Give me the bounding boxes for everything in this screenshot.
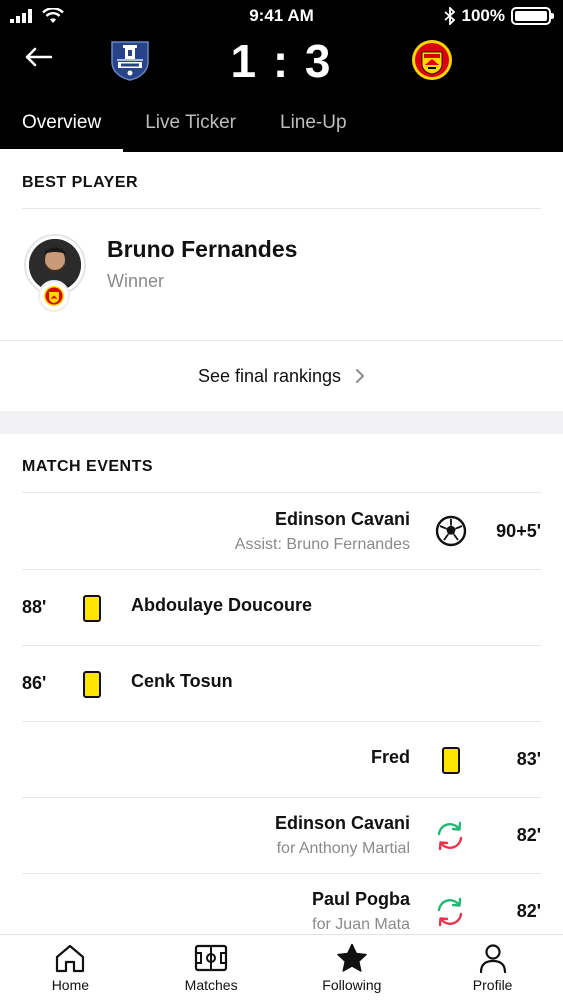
event-row-substitution[interactable]: Edinson Cavani for Anthony Martial 82' — [22, 797, 541, 873]
team-badge — [38, 280, 70, 312]
event-row-yellow-card[interactable]: Fred 83' — [22, 721, 541, 797]
nav-home-label: Home — [51, 977, 90, 993]
event-player: Edinson Cavani — [274, 813, 410, 833]
pitch-icon — [195, 944, 228, 972]
event-player: Fred — [370, 747, 410, 767]
bluetooth-icon — [443, 7, 455, 25]
event-player: Abdoulaye Doucoure — [131, 595, 313, 615]
best-player-card: BEST PLAYER Bruno Fernandes Winner See f… — [0, 152, 563, 411]
nav-profile-label: Profile — [472, 977, 513, 993]
yellow-card-icon — [442, 746, 460, 774]
bottom-navigation: Home Matches Following Profile — [0, 934, 563, 1000]
star-icon — [337, 943, 367, 972]
home-icon — [56, 944, 85, 973]
event-detail: Assist: Bruno Fernandes — [234, 536, 410, 553]
event-minute: 88' — [22, 597, 47, 617]
event-minute: 83' — [516, 749, 541, 769]
event-player: Paul Pogba — [311, 889, 410, 909]
soccer-ball-icon — [435, 515, 467, 547]
event-type-icon — [82, 669, 102, 699]
substitution-icon — [437, 897, 463, 927]
substitution-icon — [437, 821, 463, 851]
event-type-icon — [441, 745, 461, 775]
event-type-icon — [433, 895, 467, 929]
event-player: Edinson Cavani — [274, 509, 410, 529]
event-row-goal[interactable]: Edinson Cavani Assist: Bruno Fernandes 9… — [22, 493, 541, 569]
status-bar: 9:41 AM 100% — [0, 0, 563, 34]
event-row-yellow-card[interactable]: 88' Abdoulaye Doucoure — [22, 569, 541, 645]
event-minute: 90+5' — [496, 521, 541, 541]
tab-live-ticker[interactable]: Live Ticker — [123, 104, 258, 152]
battery-area: 100% — [443, 6, 554, 26]
nav-following-label: Following — [322, 977, 382, 993]
person-icon — [479, 944, 506, 973]
event-type-icon — [435, 515, 467, 547]
event-type-icon — [82, 593, 102, 623]
yellow-card-icon — [83, 670, 101, 698]
see-final-rankings-link[interactable]: See final rankings — [0, 341, 563, 411]
match-score: 1 : 3 — [230, 35, 333, 87]
match-tabs: Overview Live Ticker Line-Up — [0, 104, 369, 152]
event-detail: for Anthony Martial — [276, 840, 410, 857]
nav-home[interactable]: Home — [0, 935, 141, 1000]
best-player-title: BEST PLAYER — [22, 174, 139, 191]
event-type-icon — [433, 819, 467, 853]
nav-matches-label: Matches — [184, 977, 238, 993]
event-minute: 86' — [22, 673, 47, 693]
event-player: Cenk Tosun — [131, 671, 233, 691]
nav-profile[interactable]: Profile — [422, 935, 563, 1000]
best-player-name: Bruno Fernandes — [107, 236, 298, 262]
tab-overview[interactable]: Overview — [0, 104, 124, 152]
battery-icon — [511, 7, 554, 25]
match-events-card: MATCH EVENTS Edinson Cavani Assist: Brun… — [0, 434, 563, 934]
match-header: 9:41 AM 100% 1 : 3 Overview Live Ticker … — [0, 0, 563, 152]
battery-percentage: 100% — [461, 6, 505, 25]
match-events-title: MATCH EVENTS — [22, 458, 154, 475]
tab-line-up[interactable]: Line-Up — [258, 104, 369, 152]
event-row-yellow-card[interactable]: 86' Cenk Tosun — [22, 645, 541, 721]
event-minute: 82' — [516, 825, 541, 845]
best-player-role: Winner — [107, 271, 165, 291]
divider — [22, 208, 541, 209]
manchester-united-crest-icon[interactable] — [410, 38, 454, 82]
yellow-card-icon — [83, 594, 101, 622]
nav-matches[interactable]: Matches — [141, 935, 282, 1000]
manchester-united-badge-icon — [44, 286, 64, 306]
nav-following[interactable]: Following — [282, 935, 423, 1000]
chevron-right-icon — [356, 369, 365, 383]
rankings-link-label: See final rankings — [197, 365, 342, 386]
event-detail: for Juan Mata — [312, 916, 410, 933]
